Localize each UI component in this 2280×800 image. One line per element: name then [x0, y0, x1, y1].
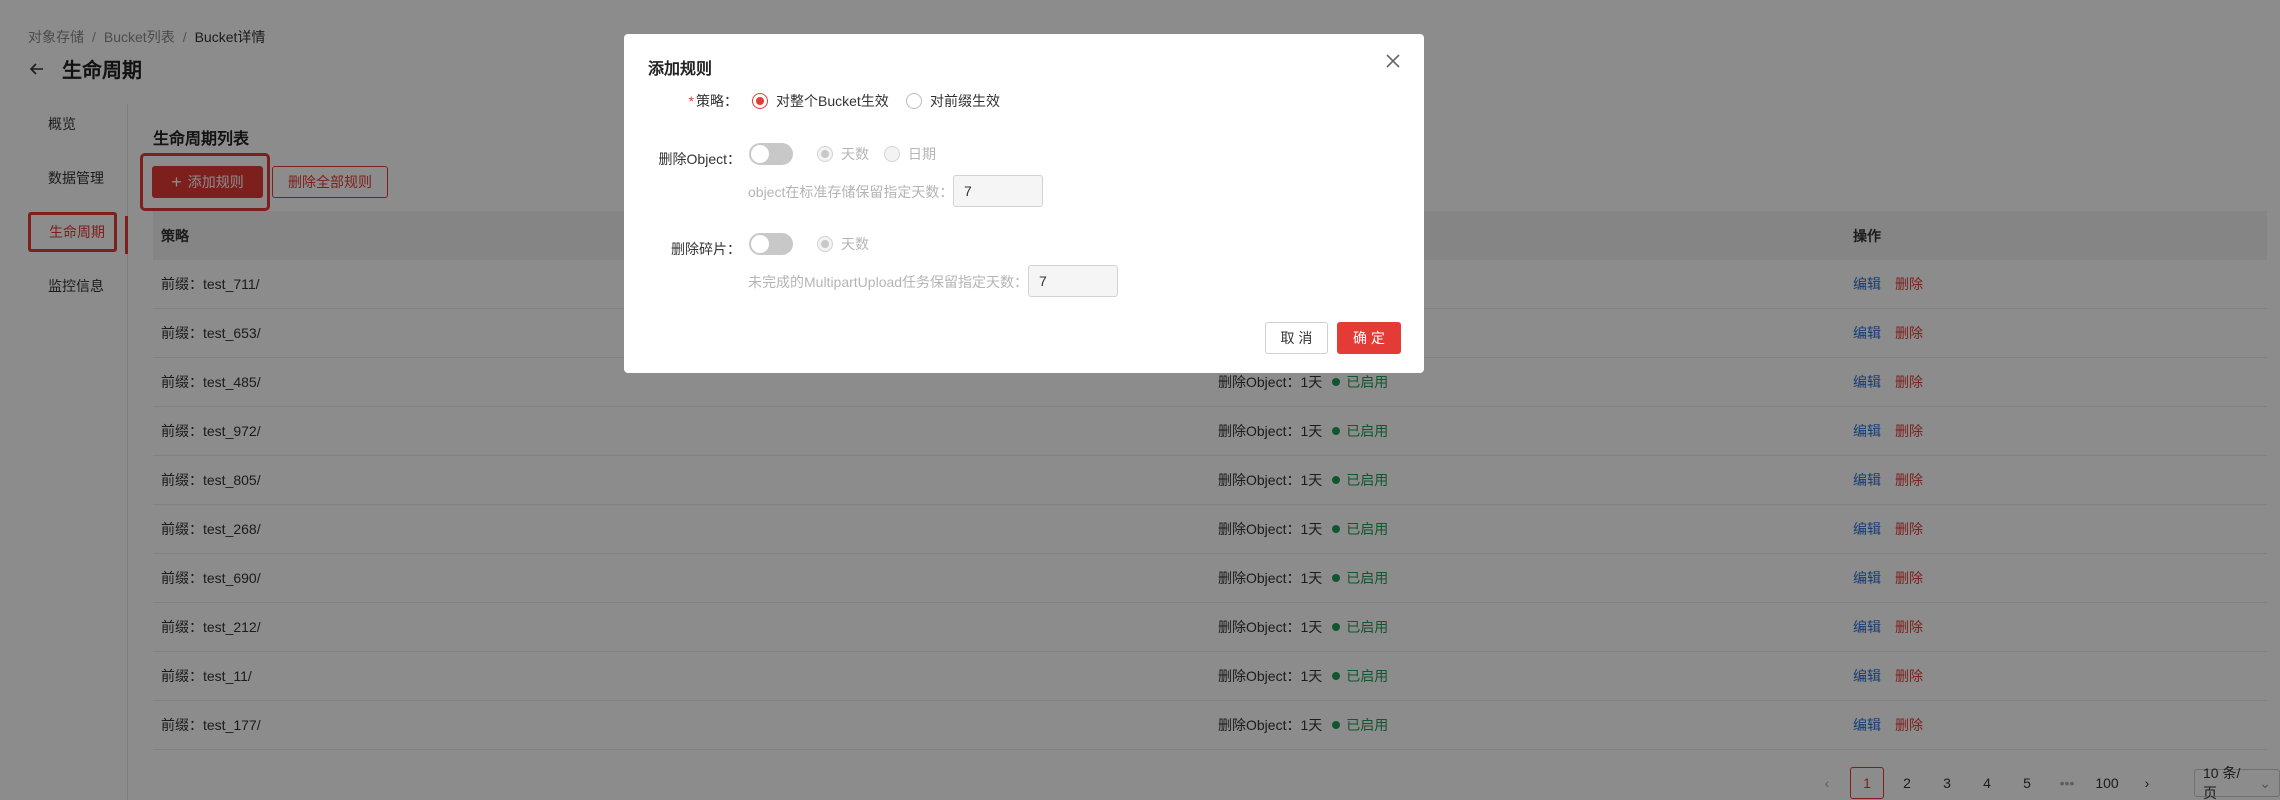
delete-parts-hint: 未完成的MultipartUpload任务保留指定天数：	[748, 274, 1029, 290]
required-mark: *	[688, 93, 694, 109]
radio-whole-bucket[interactable]: 对整个Bucket生效	[752, 91, 889, 111]
delete-parts-days-input[interactable]: 7	[1028, 265, 1118, 297]
radio-disabled-checked-icon	[817, 146, 833, 162]
radio-disabled-icon	[884, 146, 900, 162]
radio-label: 日期	[908, 146, 936, 162]
delete-parts-label: 删除碎片：	[671, 241, 741, 257]
radio-disabled-checked-icon	[817, 236, 833, 252]
delete-object-hint: object在标准存储保留指定天数：	[748, 184, 954, 200]
dialog-title: 添加规则	[648, 61, 713, 78]
radio-checked-icon	[752, 93, 768, 109]
radio-delete-object-date[interactable]: 日期	[884, 144, 936, 164]
delete-object-label: 删除Object：	[658, 151, 741, 167]
radio-label: 天数	[841, 236, 869, 252]
cancel-button[interactable]: 取 消	[1265, 322, 1328, 354]
radio-label: 对整个Bucket生效	[776, 93, 889, 109]
radio-label: 天数	[841, 146, 869, 162]
radio-delete-object-days[interactable]: 天数	[817, 144, 869, 164]
radio-prefix[interactable]: 对前缀生效	[906, 91, 1000, 111]
radio-unchecked-icon	[906, 93, 922, 109]
policy-label: * 策略：	[674, 91, 738, 111]
radio-delete-parts-days[interactable]: 天数	[817, 234, 869, 254]
policy-label-text: 策略：	[696, 93, 738, 109]
add-rule-dialog: 添加规则 * 策略： 对整个Bucket生效 对前缀生效 删除Object： 天数…	[624, 34, 1424, 373]
radio-label: 对前缀生效	[930, 93, 1000, 109]
confirm-button[interactable]: 确 定	[1337, 322, 1401, 354]
delete-parts-toggle[interactable]	[749, 233, 793, 255]
delete-object-days-input[interactable]: 7	[953, 175, 1043, 207]
close-icon[interactable]	[1384, 52, 1402, 70]
delete-object-toggle[interactable]	[749, 143, 793, 165]
